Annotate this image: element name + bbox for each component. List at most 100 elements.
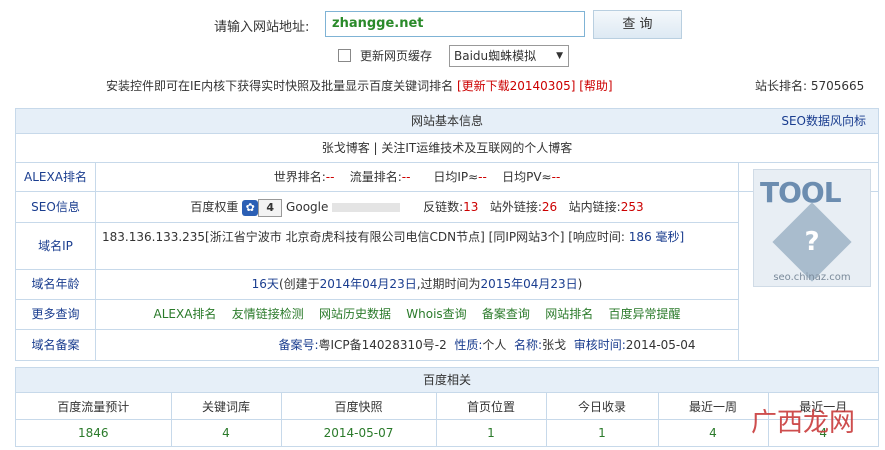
help-link[interactable]: [帮助] <box>579 79 612 93</box>
world-rank-label: 世界排名: <box>273 170 326 184</box>
nature-label: 性质: <box>454 338 483 352</box>
more-link-rank[interactable]: 网站排名 <box>545 307 593 321</box>
daily-pv-label: 日均PV≈ <box>502 170 552 184</box>
backlinks[interactable]: 13 <box>463 200 478 214</box>
more-link-icp[interactable]: 备案查询 <box>482 307 530 321</box>
icp-number: 粤ICP备14028310号-2 <box>318 338 447 352</box>
spider-mode-value: Baidu蜘蛛模拟 <box>454 49 537 63</box>
site-title: 张戈博客 | 关注IT运维技术及互联网的个人博客 <box>321 141 573 155</box>
external-links-label: 站外链接: <box>489 200 542 214</box>
tool-thumbnail: TOOL ? seo.chinaz.com <box>753 169 871 287</box>
seo-row: SEO信息 百度权重 ✿ 4 Google 反链数:13 站外链接:26 站内链接… <box>16 192 738 223</box>
watermark-logo: 广西龙网 <box>750 408 855 438</box>
seo-label: SEO信息 <box>16 192 96 222</box>
traffic-rank-label: 流量排名: <box>349 170 402 184</box>
search-button[interactable]: 查 询 <box>593 10 682 39</box>
response-unit: 毫秒] <box>655 230 685 244</box>
baidu-header-row: 百度流量预计 关键词库 百度快照 首页位置 今日收录 最近一周 最近一月 <box>16 393 878 420</box>
notice-text: 安装控件即可在IE内核下获得实时快照及批量显示百度关键词排名 [更新下载2014… <box>106 77 613 94</box>
expire-label: ,过期时间为 <box>416 277 481 291</box>
expire-date: 2015年04月23日 <box>480 277 578 291</box>
created-label: (创建于 <box>278 277 320 291</box>
world-rank: -- <box>325 170 335 184</box>
baidu-weight[interactable]: 4 <box>258 198 283 217</box>
chevron-down-icon: ▼ <box>556 51 563 61</box>
snapshot-value[interactable]: 2014-05-07 <box>281 419 437 447</box>
refresh-cache-checkbox[interactable] <box>338 49 351 62</box>
age-row: 域名年龄 16天(创建于2014年04月23日,过期时间为2015年04月23日… <box>16 270 738 300</box>
more-label: 更多查询 <box>16 300 96 329</box>
age-close: ) <box>577 277 583 291</box>
more-links: ALEXA排名 友情链接检测 网站历史数据 Whois查询 备案查询 网站排名 … <box>96 300 738 329</box>
nature: 个人 <box>482 338 507 352</box>
internal-links-label: 站内链接: <box>568 200 621 214</box>
more-link-baidu-alert[interactable]: 百度异常提醒 <box>608 307 680 321</box>
more-link-history[interactable]: 网站历史数据 <box>319 307 391 321</box>
panel-title: 网站基本信息 <box>410 114 483 128</box>
notice-main: 安装控件即可在IE内核下获得实时快照及批量显示百度关键词排名 <box>106 79 454 93</box>
traffic-value[interactable]: 1846 <box>16 419 172 447</box>
download-link[interactable]: [更新下载20140305] <box>457 79 575 93</box>
tool-url: seo.chinaz.com <box>773 272 851 283</box>
audit-date-label: 审核时间: <box>573 338 626 352</box>
baidu-panel: 百度相关 百度流量预计 关键词库 百度快照 首页位置 今日收录 最近一周 最近一… <box>15 367 879 447</box>
domain-age: 16天 <box>251 277 279 291</box>
backlinks-label: 反链数: <box>423 200 464 214</box>
refresh-cache-label: 更新网页缓存 <box>360 49 433 63</box>
col-today-indexed: 今日收录 <box>546 393 659 420</box>
baidu-title: 百度相关 <box>16 368 878 393</box>
name-label: 名称: <box>514 338 543 352</box>
more-link-friendlinks[interactable]: 友情链接检测 <box>232 307 304 321</box>
google-label: Google <box>286 200 329 214</box>
daily-pv: -- <box>551 170 561 184</box>
col-snapshot: 百度快照 <box>281 393 437 420</box>
age-label: 域名年龄 <box>16 270 96 299</box>
more-link-alexa[interactable]: ALEXA排名 <box>154 307 217 321</box>
basic-info-panel: 网站基本信息 SEO数据风向标 张戈博客 | 关注IT运维技术及互联网的个人博客… <box>15 108 879 361</box>
ip-text[interactable]: 183.136.133.235[浙江省宁波市 北京奇虎科技有限公司电信CDN节点… <box>102 230 625 244</box>
age-body: 16天(创建于2014年04月23日,过期时间为2015年04月23日) <box>96 270 738 299</box>
owner-name: 张戈 <box>542 338 567 352</box>
today-indexed-value[interactable]: 1 <box>546 419 659 447</box>
audit-date: 2014-05-04 <box>625 338 696 352</box>
spider-mode-select[interactable]: Baidu蜘蛛模拟 ▼ <box>449 45 569 67</box>
response-time: 186 <box>628 230 652 244</box>
col-traffic: 百度流量预计 <box>16 393 172 420</box>
icp-label: 域名备案 <box>16 330 96 360</box>
keywords-value[interactable]: 4 <box>171 419 282 447</box>
more-row: 更多查询 ALEXA排名 友情链接检测 网站历史数据 Whois查询 备案查询 … <box>16 300 738 330</box>
col-keywords: 关键词库 <box>171 393 282 420</box>
question-icon: ? <box>772 202 852 282</box>
panel-header: 网站基本信息 SEO数据风向标 <box>16 109 878 134</box>
ip-row: 域名IP 183.136.133.235[浙江省宁波市 北京奇虎科技有限公司电信… <box>16 223 738 270</box>
site-title-row: 张戈博客 | 关注IT运维技术及互联网的个人博客 <box>16 134 878 163</box>
more-link-whois[interactable]: Whois查询 <box>406 307 466 321</box>
alexa-label: ALEXA排名 <box>16 163 96 191</box>
google-pr-bar <box>332 203 401 212</box>
tool-logo-text: TOOL <box>760 176 842 209</box>
url-input[interactable]: zhangge.net <box>325 11 585 37</box>
seo-body: 百度权重 ✿ 4 Google 反链数:13 站外链接:26 站内链接:253 <box>96 192 738 222</box>
icp-body: 备案号:粤ICP备14028310号-2 性质:个人 名称:张戈 审核时间:20… <box>96 330 878 360</box>
daily-ip-label: 日均IP≈ <box>433 170 479 184</box>
ip-label: 域名IP <box>16 223 96 269</box>
external-links[interactable]: 26 <box>542 200 557 214</box>
home-position-value[interactable]: 1 <box>436 419 547 447</box>
seo-trend-link[interactable]: SEO数据风向标 <box>781 109 866 133</box>
baidu-table: 百度流量预计 关键词库 百度快照 首页位置 今日收录 最近一周 最近一月 184… <box>16 393 878 447</box>
baidu-weight-label: 百度权重 <box>190 200 239 214</box>
question-mark: ? <box>804 227 820 257</box>
created-date: 2014年04月23日 <box>319 277 417 291</box>
alexa-body: 世界排名:-- 流量排名:-- 日均IP≈-- 日均PV≈-- <box>96 163 738 191</box>
internal-links[interactable]: 253 <box>621 200 644 214</box>
traffic-rank: -- <box>401 170 411 184</box>
search-label: 请输入网站地址: <box>214 20 310 35</box>
icp-row: 域名备案 备案号:粤ICP备14028310号-2 性质:个人 名称:张戈 审核… <box>16 330 878 360</box>
baidu-paw-icon: ✿ <box>242 199 259 216</box>
site-rank: 站长排名: 5705665 <box>755 79 865 93</box>
baidu-value-row: 1846 4 2014-05-07 1 1 4 4 <box>16 419 878 447</box>
daily-ip: -- <box>478 170 487 184</box>
ip-body: 183.136.133.235[浙江省宁波市 北京奇虎科技有限公司电信CDN节点… <box>96 223 738 275</box>
col-home-position: 首页位置 <box>436 393 547 420</box>
icp-number-label: 备案号: <box>278 338 319 352</box>
